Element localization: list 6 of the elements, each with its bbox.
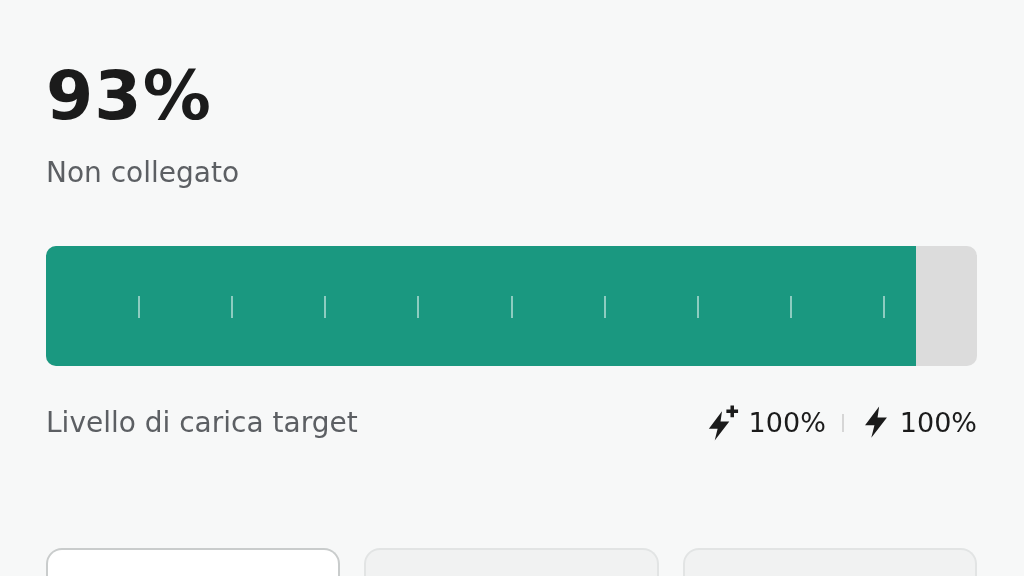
charging-status: Non collegato [46, 155, 241, 191]
charge-limit-value: 100% [899, 405, 977, 440]
target-label: Livello di carica target [46, 405, 358, 441]
battery-percentage: 93% [46, 62, 213, 130]
charge-limit-value: 100% [748, 405, 826, 440]
option-card[interactable] [46, 548, 341, 576]
